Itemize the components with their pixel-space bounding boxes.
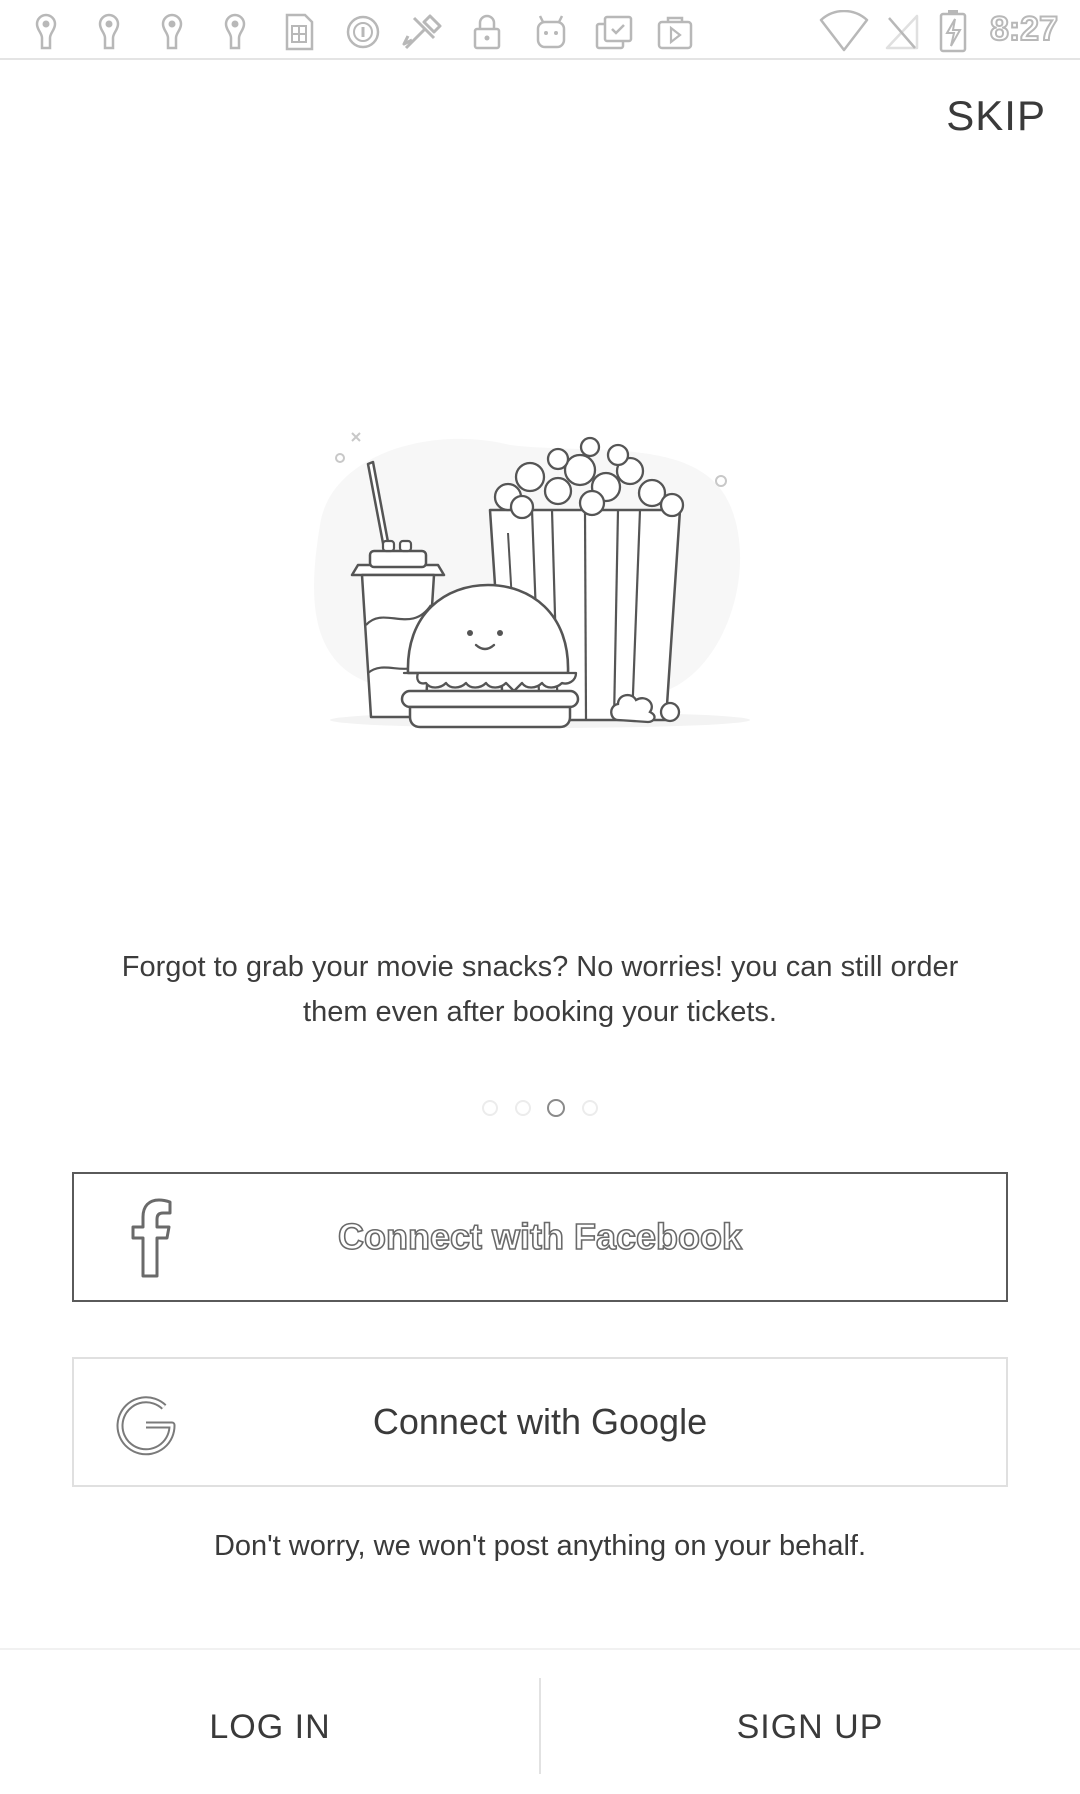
person-pin-icon (35, 13, 57, 50)
onboarding-caption: Forgot to grab your movie snacks? No wor… (60, 945, 1020, 1035)
page-dot-active[interactable] (547, 1099, 566, 1117)
skip-button[interactable]: SKIP (946, 92, 1046, 140)
connect-facebook-button[interactable]: Connect with Facebook (72, 1172, 1008, 1302)
wifi-icon (819, 10, 869, 52)
connect-google-button[interactable]: Connect with Google (72, 1357, 1008, 1487)
status-time: 8:27 (989, 9, 1059, 49)
onboarding-screen: 8:27 SKIP Forgot to grab your movie snac… (0, 0, 1080, 1794)
page-indicator (0, 1099, 1080, 1119)
caption-line-2: them even after booking your tickets. (303, 996, 777, 1028)
lock-icon (473, 14, 501, 50)
facebook-button-label: Connect with Facebook (337, 1215, 743, 1258)
battery-charging-icon (939, 10, 967, 53)
person-pin-icon (161, 13, 183, 50)
google-button-label: Connect with Google (372, 1401, 708, 1442)
circle-info-icon (346, 15, 380, 49)
clipboard-check-icon (595, 15, 633, 50)
tools-icon (402, 14, 442, 50)
login-button[interactable]: LOG IN (0, 1650, 540, 1794)
page-dot[interactable] (514, 1100, 531, 1116)
page-dot[interactable] (482, 1100, 499, 1116)
play-store-icon (657, 16, 693, 50)
page-dot[interactable] (581, 1100, 598, 1116)
android-icon (536, 15, 566, 49)
caption-line-1: Forgot to grab your movie snacks? No wor… (121, 951, 959, 983)
signup-button[interactable]: SIGN UP (540, 1650, 1080, 1794)
status-bar: 8:27 (0, 0, 1080, 60)
privacy-note: Don't worry, we won't post anything on y… (213, 1530, 867, 1562)
movie-snacks-illustration (314, 432, 750, 729)
person-pin-icon (98, 13, 120, 50)
bottom-bar: LOG IN SIGN UP (0, 1648, 1080, 1794)
person-pin-icon (224, 13, 246, 50)
no-signal-icon (885, 14, 919, 50)
sim-card-icon (285, 13, 314, 51)
